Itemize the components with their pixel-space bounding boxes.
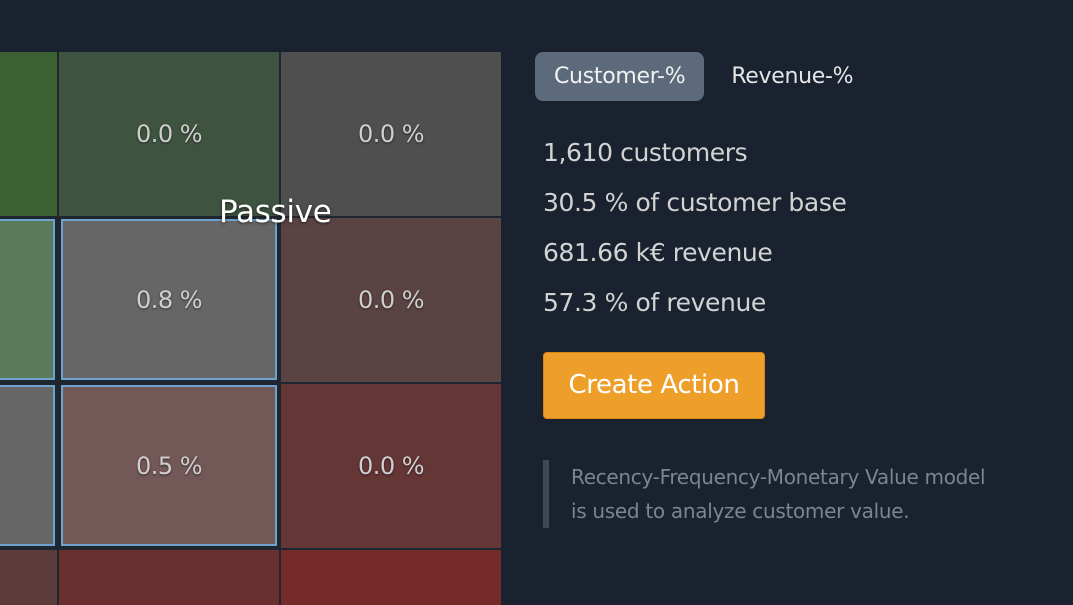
matrix-cell[interactable] (59, 550, 279, 605)
cell-value: 0.0 % (357, 286, 425, 314)
customer-share: 30.5 % of customer base (543, 188, 847, 217)
segment-stats: 1,610 customers 30.5 % of customer base … (543, 134, 847, 334)
matrix-cell[interactable]: 0.0 % (281, 52, 501, 216)
cell-value: 0.8 % (135, 285, 203, 314)
create-action-button[interactable]: Create Action (543, 352, 765, 419)
rfm-matrix: 0.0 % 0.0 % 0.8 % 0.0 % 0.5 % 0.0 % Pass… (0, 52, 501, 605)
matrix-cell[interactable] (0, 52, 57, 216)
cell-value: 0.5 % (135, 451, 203, 480)
matrix-cell[interactable]: 0.0 % (59, 52, 279, 216)
cell-value: 0.0 % (357, 452, 425, 480)
matrix-cell[interactable] (281, 550, 501, 605)
matrix-cell[interactable]: 0.5 % (61, 385, 277, 546)
metric-tabs: Customer-% Revenue-% (535, 52, 872, 101)
matrix-cell[interactable]: 0.0 % (281, 384, 501, 548)
tab-revenue-percent[interactable]: Revenue-% (712, 52, 872, 101)
cell-value: 0.0 % (135, 120, 203, 148)
customer-count: 1,610 customers (543, 138, 748, 167)
matrix-cell[interactable]: 0.0 % (281, 218, 501, 382)
matrix-cell[interactable] (0, 219, 55, 380)
note-line: is used to analyze customer value. (571, 499, 910, 523)
segment-label: Passive (219, 194, 332, 230)
matrix-cell[interactable] (0, 385, 55, 546)
cell-value: 0.0 % (357, 120, 425, 148)
revenue-share: 57.3 % of revenue (543, 288, 766, 317)
matrix-cell[interactable] (0, 550, 57, 605)
revenue-amount: 681.66 k€ revenue (543, 238, 773, 267)
matrix-cell[interactable]: 0.8 % (61, 219, 277, 380)
tab-customer-percent[interactable]: Customer-% (535, 52, 705, 101)
note-line: Recency-Frequency-Monetary Value model (571, 465, 986, 489)
model-description-note: Recency-Frequency-Monetary Value model i… (543, 460, 1043, 528)
